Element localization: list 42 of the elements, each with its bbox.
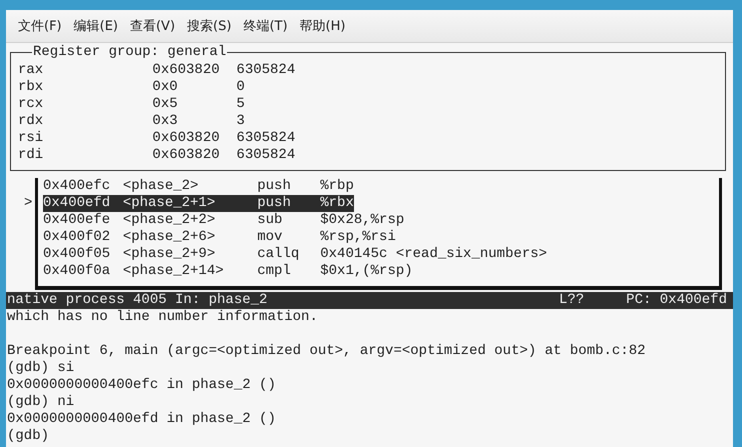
register-value: 6305824 — [236, 147, 296, 164]
menu-item[interactable]: 文件(F) — [12, 17, 68, 35]
register-hex: 0x603820 — [152, 130, 221, 147]
instruction-row: 0x400efc <phase_2> push %rbp — [43, 178, 354, 195]
console-line: (gdb) si — [6, 360, 76, 377]
register-value: 6305824 — [236, 62, 296, 79]
menu-item[interactable]: 帮助(H) — [294, 17, 352, 35]
register-name: rbx — [18, 79, 44, 96]
register-value: 3 — [236, 113, 246, 130]
process-status: native process 4005 In: phase_2 — [7, 292, 268, 309]
console-line: 0x0000000000400efc in phase_2 () — [6, 377, 277, 394]
instruction-row: 0x400f0a <phase_2+14> cmpl $0x1,(%rsp) — [43, 263, 413, 280]
instruction-row: 0x400f05 <phase_2+9> callq 0x40145c <read_six_numbers> — [43, 246, 548, 263]
console-line: 0x0000000000400efd in phase_2 () — [6, 411, 277, 428]
register-name: rcx — [18, 96, 44, 113]
register-name: rdx — [18, 113, 44, 130]
register-name: rdi — [18, 147, 44, 164]
pc-status: PC: 0x400efd — [626, 292, 727, 309]
register-hex: 0x0 — [152, 79, 179, 96]
menu-item[interactable]: 查看(V) — [124, 17, 182, 35]
instruction-row: 0x400efe <phase_2+2> sub $0x28,%rsp — [43, 212, 404, 229]
register-hex: 0x603820 — [152, 147, 221, 164]
panel-title: Register group: general — [32, 44, 228, 61]
current-line-pointer: > — [24, 195, 32, 212]
console-line: (gdb) — [6, 428, 50, 445]
console-line: which has no line number information. — [6, 309, 319, 326]
register-hex: 0x3 — [152, 113, 179, 130]
menu-item[interactable]: 编辑(E) — [68, 17, 124, 35]
register-value: 6305824 — [236, 130, 296, 147]
console-line: Breakpoint 6, main (argc=<optimized out>, argv=<optimized out>) at bomb.c:82 — [6, 343, 647, 360]
instruction-row: 0x400efd <phase_2+1> push %rbx — [43, 195, 354, 212]
instruction-row: 0x400f02 <phase_2+6> mov %rsp,%rsi — [43, 229, 396, 246]
register-hex: 0x5 — [152, 96, 179, 113]
register-name: rsi — [18, 130, 44, 147]
menu-item[interactable]: 搜索(S) — [181, 17, 238, 35]
console-line: (gdb) ni — [6, 394, 76, 411]
line-status: L?? — [558, 292, 584, 309]
register-name: rax — [18, 62, 44, 79]
register-value: 0 — [236, 79, 246, 96]
menu-item[interactable]: 终端(T) — [237, 17, 294, 35]
register-hex: 0x603820 — [152, 62, 221, 79]
register-value: 5 — [236, 96, 246, 113]
